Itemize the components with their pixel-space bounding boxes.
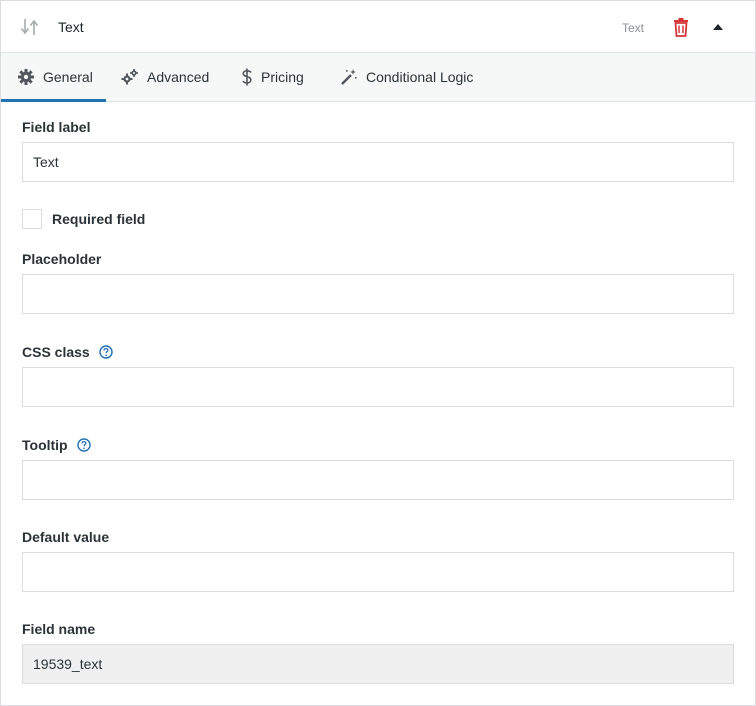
magic-wand-icon [340, 68, 358, 86]
placeholder-input[interactable] [22, 274, 734, 314]
css-class-label: CSS class [22, 344, 113, 360]
tab-label: Conditional Logic [366, 69, 474, 85]
tooltip-input[interactable] [22, 460, 734, 500]
tab-label: Advanced [147, 69, 210, 85]
field-label-label: Field label [22, 119, 91, 135]
field-editor-panel: Text Text General Advanced Pricing Condi… [0, 0, 756, 706]
field-tabs: General Advanced Pricing Conditional Log… [1, 53, 755, 102]
field-header: Text Text [1, 1, 755, 53]
field-label-input[interactable] [22, 142, 734, 182]
field-name-input[interactable] [22, 644, 734, 684]
dollar-icon [241, 68, 253, 86]
tab-advanced[interactable]: Advanced [121, 53, 209, 101]
trash-icon[interactable] [672, 17, 690, 37]
help-icon[interactable] [76, 438, 91, 452]
default-value-input[interactable] [22, 552, 734, 592]
required-field-label[interactable]: Required field [52, 211, 145, 227]
tooltip-label: Tooltip [22, 437, 91, 453]
gears-icon [121, 68, 139, 86]
tab-label: Pricing [261, 69, 304, 85]
required-checkbox[interactable] [22, 209, 42, 229]
help-icon[interactable] [99, 345, 113, 359]
sort-arrows-icon[interactable] [20, 17, 40, 37]
field-title: Text [58, 19, 84, 35]
field-name-label: Field name [22, 621, 96, 637]
tab-general[interactable]: General [1, 53, 106, 102]
field-type-label: Text [622, 21, 645, 35]
default-value-label: Default value [22, 529, 110, 545]
tab-conditional-logic[interactable]: Conditional Logic [340, 53, 473, 101]
tab-label: General [43, 69, 93, 85]
tab-pricing[interactable]: Pricing [241, 53, 304, 101]
gear-icon [17, 68, 35, 86]
css-class-label-text: CSS class [22, 344, 90, 360]
caret-up-icon[interactable] [709, 19, 727, 35]
tooltip-label-text: Tooltip [22, 437, 68, 453]
placeholder-label: Placeholder [22, 251, 102, 267]
css-class-input[interactable] [22, 367, 734, 407]
